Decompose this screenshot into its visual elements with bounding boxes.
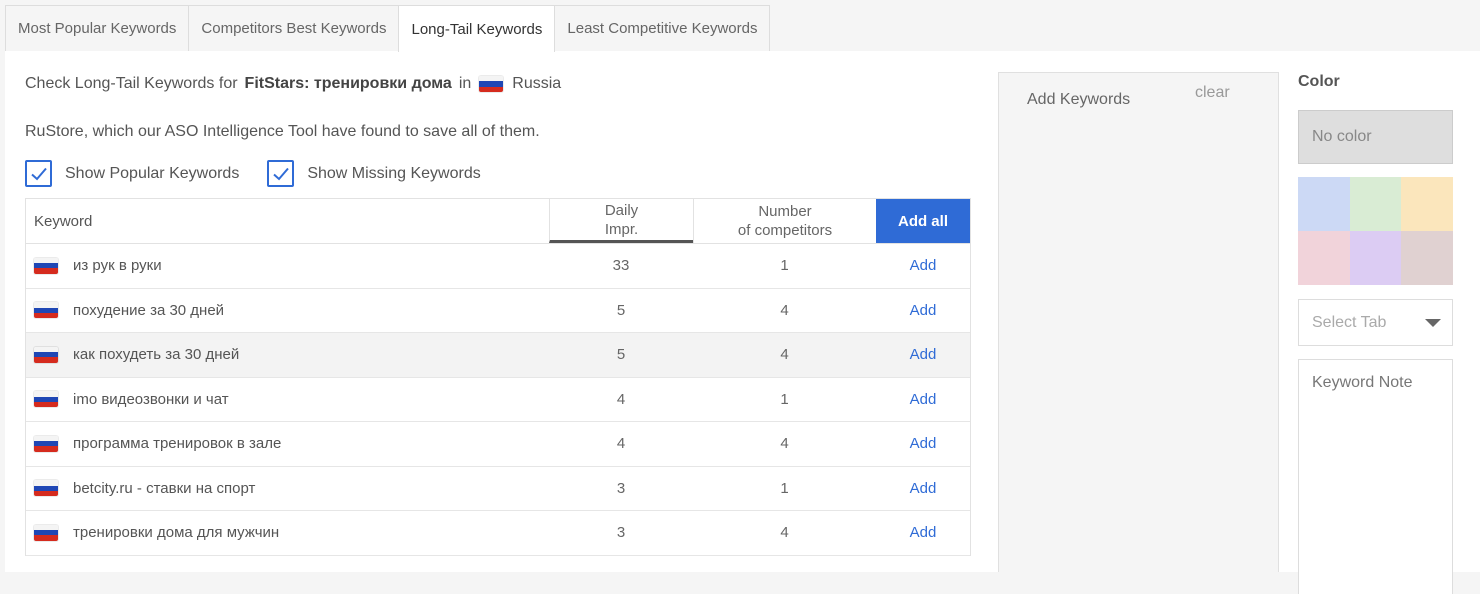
long-tail-panel: Check Long-Tail Keywords for FitStars: т… <box>5 51 1480 594</box>
daily-header-line2: Impr. <box>604 220 639 238</box>
competitors-header-line1: Number <box>758 203 812 220</box>
russia-flag-icon <box>34 302 58 319</box>
add-keywords-textarea[interactable]: Add Keywords clear <box>998 72 1279 572</box>
show-missing-label: Show Missing Keywords <box>307 164 481 182</box>
color-swatch-blue[interactable] <box>1298 177 1350 231</box>
table-header: Keyword Daily Impr. Number of competitor… <box>26 199 970 244</box>
keywords-table: Keyword Daily Impr. Number of competitor… <box>25 198 971 556</box>
keyword-note-placeholder: Keyword Note <box>1312 374 1413 391</box>
tab-least-competitive[interactable]: Least Competitive Keywords <box>554 5 771 51</box>
app-name: FitStars: тренировки дома <box>244 75 452 92</box>
select-tab-placeholder: Select Tab <box>1312 313 1387 331</box>
competitors-header-line2: of competitors <box>737 222 833 239</box>
color-swatches <box>1298 177 1453 285</box>
show-popular-label: Show Popular Keywords <box>65 164 240 182</box>
keyword-cell: похудение за 30 дней <box>26 302 549 319</box>
keyword-tabs: Most Popular Keywords Competitors Best K… <box>5 5 771 52</box>
intro-line: Check Long-Tail Keywords for FitStars: т… <box>25 75 561 93</box>
filter-checkboxes: Show Popular Keywords Show Missing Keywo… <box>25 160 509 187</box>
daily-impr-cell: 4 <box>616 435 626 453</box>
russia-flag-icon <box>34 346 58 363</box>
competitors-cell: 1 <box>780 390 789 408</box>
russia-flag-icon <box>34 257 58 274</box>
show-popular-checkbox[interactable]: Show Popular Keywords <box>25 160 239 187</box>
add-keyword-link[interactable]: Add <box>876 435 970 452</box>
tab-most-popular[interactable]: Most Popular Keywords <box>5 5 190 51</box>
table-row: похудение за 30 дней 5 4 Add <box>26 289 970 333</box>
country-name: Russia <box>512 75 562 92</box>
competitors-cell: 4 <box>780 435 789 453</box>
add-keyword-link[interactable]: Add <box>876 524 970 541</box>
competitors-cell: 4 <box>780 524 789 542</box>
color-swatch-pink[interactable] <box>1298 231 1350 285</box>
competitors-cell: 4 <box>780 346 789 364</box>
competitors-cell: 4 <box>780 301 789 319</box>
chevron-down-icon <box>1425 319 1441 327</box>
add-keyword-link[interactable]: Add <box>876 302 970 319</box>
competitors-cell: 1 <box>780 479 789 497</box>
keyword-cell: из рук в руки <box>26 257 549 274</box>
add-keyword-link[interactable]: Add <box>876 257 970 274</box>
color-swatch-green[interactable] <box>1349 177 1402 231</box>
tab-competitors-best[interactable]: Competitors Best Keywords <box>188 5 400 51</box>
color-swatch-yellow[interactable] <box>1401 177 1453 231</box>
competitors-column-header[interactable]: Number of competitors <box>693 199 876 243</box>
color-swatch-purple[interactable] <box>1349 231 1402 285</box>
keyword-text: программа тренировок в зале <box>73 435 282 453</box>
russia-flag-icon <box>34 435 58 452</box>
competitors-cell: 1 <box>780 257 789 275</box>
keyword-note-textarea[interactable]: Keyword Note <box>1298 359 1453 594</box>
russia-flag-icon <box>34 391 58 408</box>
keyword-cell: betcity.ru - ставки на спорт <box>26 480 549 497</box>
russia-flag-icon <box>34 524 58 541</box>
keyword-text: из рук в руки <box>73 257 162 275</box>
daily-impr-column-header[interactable]: Daily Impr. <box>549 199 693 243</box>
keyword-options-sidebar: Color No color Select Tab Keyword Note <box>1298 73 1453 594</box>
keyword-cell: imo видеозвонки и чат <box>26 391 549 408</box>
keyword-cell: тренировки дома для мужчин <box>26 524 549 541</box>
checkbox-checked-icon <box>267 160 295 187</box>
daily-impr-cell: 3 <box>616 524 626 542</box>
keyword-text: тренировки дома для мужчин <box>73 524 280 542</box>
daily-impr-cell: 5 <box>616 301 626 319</box>
clear-keywords-button[interactable]: clear <box>1195 84 1230 102</box>
show-missing-checkbox[interactable]: Show Missing Keywords <box>267 160 481 187</box>
add-keyword-link[interactable]: Add <box>876 480 970 497</box>
daily-header-line1: Daily <box>604 201 639 219</box>
add-keyword-link[interactable]: Add <box>876 391 970 408</box>
keyword-text: betcity.ru - ставки на спорт <box>73 479 256 497</box>
russia-flag-icon <box>34 480 58 497</box>
table-row: betcity.ru - ставки на спорт 3 1 Add <box>26 467 970 511</box>
keyword-column-header: Keyword <box>34 212 93 230</box>
table-row: как похудеть за 30 дней 5 4 Add <box>26 333 970 378</box>
intro-description: RuStore, which our ASO Intelligence Tool… <box>25 123 540 140</box>
table-row: из рук в руки 33 1 Add <box>26 244 970 289</box>
select-tab-dropdown[interactable]: Select Tab <box>1298 299 1453 346</box>
daily-impr-cell: 4 <box>616 390 626 408</box>
table-row: программа тренировок в зале 4 4 Add <box>26 422 970 467</box>
color-label: Color <box>1298 73 1340 90</box>
keyword-text: похудение за 30 дней <box>73 301 225 319</box>
add-keyword-link[interactable]: Add <box>876 346 970 363</box>
keyword-text: как похудеть за 30 дней <box>73 346 240 364</box>
checkbox-checked-icon <box>25 160 52 187</box>
no-color-button[interactable]: No color <box>1298 110 1453 164</box>
color-swatch-brown[interactable] <box>1401 231 1453 285</box>
daily-impr-cell: 5 <box>616 346 626 364</box>
tab-long-tail[interactable]: Long-Tail Keywords <box>398 5 556 52</box>
russia-flag-icon <box>479 76 504 92</box>
keyword-text: imo видеозвонки и чат <box>73 390 229 408</box>
intro-prefix: Check Long-Tail Keywords for <box>25 75 238 92</box>
add-keywords-placeholder: Add Keywords <box>1027 91 1131 108</box>
table-row: тренировки дома для мужчин 3 4 Add <box>26 511 970 556</box>
keyword-cell: как похудеть за 30 дней <box>26 346 549 363</box>
intro-in: in <box>458 75 472 92</box>
keyword-cell: программа тренировок в зале <box>26 435 549 452</box>
daily-impr-cell: 33 <box>612 257 630 275</box>
daily-impr-cell: 3 <box>616 479 626 497</box>
table-row: imo видеозвонки и чат 4 1 Add <box>26 378 970 422</box>
add-all-button[interactable]: Add all <box>876 199 970 243</box>
